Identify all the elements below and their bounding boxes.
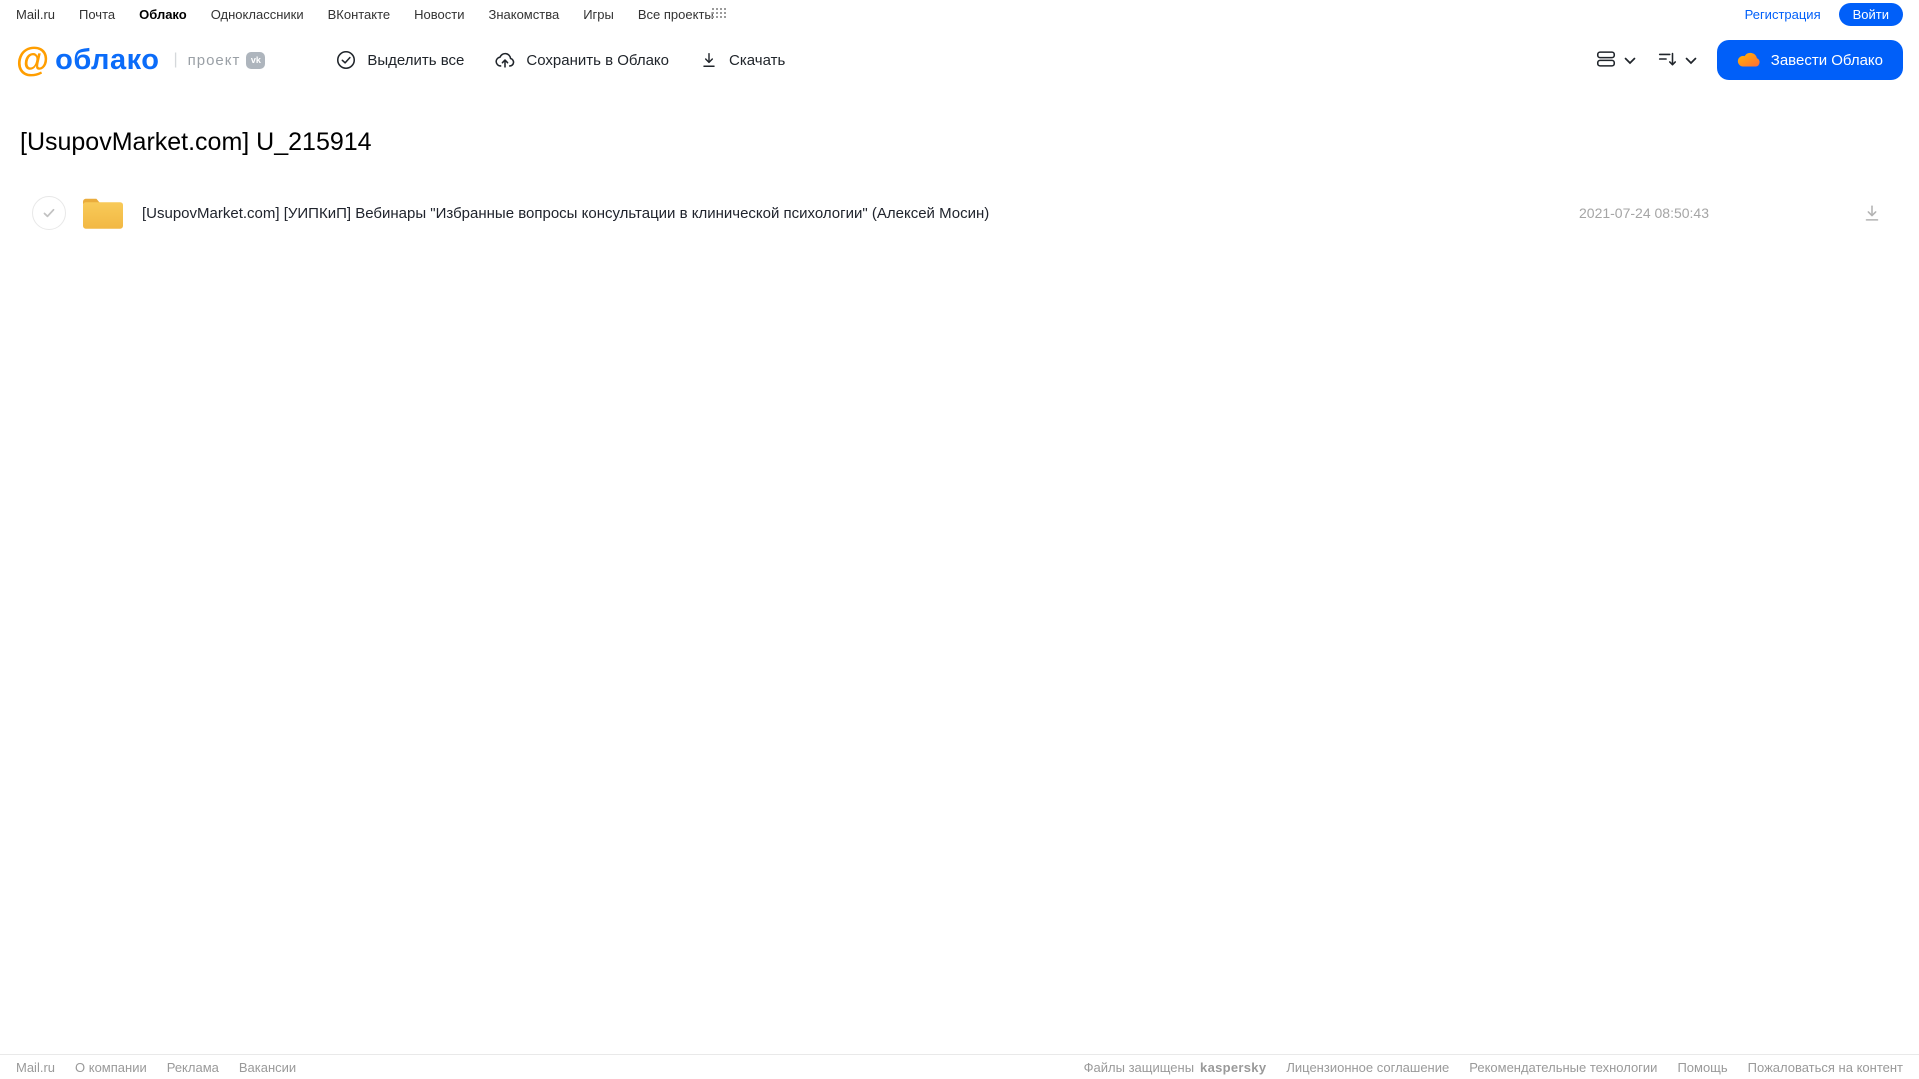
nav-link-news[interactable]: Новости [414, 7, 464, 22]
logo-separator: | [173, 51, 178, 68]
nav-link-cloud[interactable]: Облако [139, 7, 187, 22]
login-button[interactable]: Войти [1838, 2, 1903, 26]
footer-link-about[interactable]: О компании [75, 1060, 147, 1075]
footer-left-links: Mail.ru О компании Реклама Вакансии [16, 1060, 296, 1075]
footer-link-jobs[interactable]: Вакансии [239, 1060, 296, 1075]
footer-link-recommendation-tech[interactable]: Рекомендательные технологии [1469, 1060, 1657, 1075]
footer-link-ads[interactable]: Реклама [167, 1060, 219, 1075]
chevron-down-icon [1685, 53, 1697, 68]
row-checkbox[interactable] [32, 196, 66, 230]
sort-icon [1656, 48, 1678, 73]
cloud-logo[interactable]: @ облако [16, 43, 159, 77]
vk-project-badge: | проект vk [173, 51, 266, 69]
folder-icon[interactable] [80, 194, 126, 232]
footer-link-license[interactable]: Лицензионное соглашение [1286, 1060, 1449, 1075]
apps-grid-icon[interactable] [711, 8, 726, 20]
protected-by-label: Файлы защищены [1083, 1059, 1195, 1075]
save-to-cloud-button[interactable]: Сохранить в Облако [494, 49, 669, 71]
kaspersky-protection: Файлы защищены kaspersky [1084, 1060, 1267, 1075]
header-right-controls: Завести Облако [1595, 40, 1903, 80]
nav-link-games[interactable]: Игры [583, 7, 614, 22]
footer-link-mailru[interactable]: Mail.ru [16, 1060, 55, 1075]
file-name-link[interactable]: [UsupovMarket.com] [УИПКиП] Вебинары "Из… [142, 205, 989, 222]
app-header: @ облако | проект vk Выделить все Сохран… [0, 28, 1919, 92]
chevron-down-icon [1624, 53, 1636, 68]
check-circle-icon [335, 49, 357, 71]
save-to-cloud-label: Сохранить в Облако [526, 51, 670, 69]
footer-link-help[interactable]: Помощь [1677, 1060, 1727, 1075]
nav-link-mail[interactable]: Почта [79, 7, 115, 22]
file-date: 2021-07-24 08:50:43 [1579, 205, 1709, 221]
footer-link-report-content[interactable]: Пожаловаться на контент [1748, 1060, 1903, 1075]
create-cloud-button[interactable]: Завести Облако [1716, 40, 1903, 80]
file-toolbar: Выделить все Сохранить в Облако Скачать [335, 49, 785, 71]
vk-icon: vk [246, 51, 266, 69]
view-mode-icon [1595, 48, 1617, 73]
cloud-logo-text: облако [55, 43, 160, 76]
sort-button[interactable] [1656, 48, 1697, 73]
row-download-button[interactable] [1861, 202, 1883, 224]
kaspersky-logo-link[interactable]: kaspersky [1200, 1060, 1266, 1075]
nav-link-vkontakte[interactable]: ВКонтакте [328, 7, 391, 22]
cloud-upload-icon [494, 49, 516, 71]
registration-link[interactable]: Регистрация [1745, 7, 1821, 22]
orange-cloud-icon [1737, 50, 1761, 71]
file-list: [UsupovMarket.com] [УИПКиП] Вебинары "Из… [0, 189, 1919, 237]
create-cloud-label: Завести Облако [1770, 51, 1883, 69]
mailru-at-icon: @ [16, 41, 50, 79]
file-row[interactable]: [UsupovMarket.com] [УИПКиП] Вебинары "Из… [0, 189, 1919, 237]
select-all-label: Выделить все [367, 51, 465, 69]
footer-right-links: Файлы защищены kaspersky Лицензионное со… [1084, 1060, 1903, 1075]
project-label: проект [187, 51, 241, 69]
nav-link-all-projects[interactable]: Все проекты [638, 7, 714, 22]
nav-link-dating[interactable]: Знакомства [488, 7, 559, 22]
nav-link-odnoklassniki[interactable]: Одноклассники [211, 7, 304, 22]
select-all-button[interactable]: Выделить все [335, 49, 464, 71]
download-all-button[interactable]: Скачать [699, 49, 785, 71]
view-mode-button[interactable] [1595, 48, 1636, 73]
download-icon [699, 49, 719, 71]
footer: Mail.ru О компании Реклама Вакансии Файл… [0, 1054, 1919, 1079]
portal-navbar: Mail.ru Почта Облако Одноклассники ВКонт… [0, 0, 1919, 28]
nav-link-mailru[interactable]: Mail.ru [16, 7, 55, 22]
download-all-label: Скачать [729, 51, 786, 69]
page-title: [UsupovMarket.com] U_215914 [20, 128, 372, 156]
